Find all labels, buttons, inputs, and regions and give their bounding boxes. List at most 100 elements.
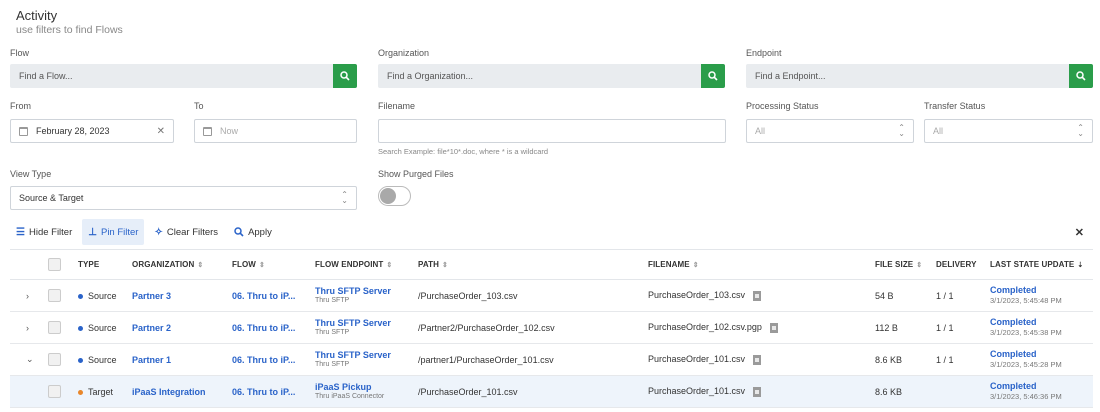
endpoint-search-field[interactable]: Find a Endpoint... (746, 64, 1093, 88)
to-date-field[interactable]: Now (194, 119, 357, 143)
file-download-icon[interactable] (753, 386, 762, 397)
show-purged-label: Show Purged Files (378, 169, 454, 179)
row-checkbox[interactable] (48, 289, 61, 302)
source-dot-icon (78, 325, 83, 331)
close-filter-icon[interactable]: ✕ (1075, 226, 1084, 239)
expand-row-icon[interactable]: › (10, 291, 29, 301)
collapse-row-icon[interactable]: ⌄ (10, 354, 34, 364)
row-status-link[interactable]: Completed (990, 317, 1093, 327)
row-checkbox[interactable] (48, 353, 61, 366)
to-date-input[interactable]: Now (220, 126, 238, 136)
hide-filter-label: Hide Filter (28, 226, 73, 238)
organization-search-field[interactable]: Find a Organization... (378, 64, 725, 88)
from-date-field[interactable]: February 28, 2023 ✕ (10, 119, 174, 143)
row-type: Source (88, 354, 117, 365)
organization-header-label: ORGANIZATION (132, 260, 195, 269)
organization-search-button[interactable] (701, 64, 725, 88)
row-endpoint-link[interactable]: Thru SFTP Server (315, 318, 418, 328)
clear-date-icon[interactable]: ✕ (157, 126, 165, 137)
expand-row-icon[interactable]: › (10, 323, 29, 333)
row-file-size: 8.6 KB (875, 354, 903, 365)
sort-icon[interactable]: ⇕ (386, 262, 392, 269)
row-status-link[interactable]: Completed (990, 349, 1093, 359)
row-status-link[interactable]: Completed (990, 381, 1093, 391)
sort-icon[interactable]: ⇕ (442, 262, 448, 269)
row-checkbox[interactable] (48, 385, 61, 398)
row-organization-link[interactable]: Partner 1 (132, 355, 171, 365)
table-row[interactable]: › Source Partner 2 06. Thru to iP... Thr… (10, 311, 1093, 344)
row-delivery: 1 / 1 (936, 354, 954, 365)
sort-icon[interactable]: ⇕ (259, 262, 265, 269)
flow-search-button[interactable] (333, 64, 357, 88)
transfer-status-value: All (933, 126, 944, 136)
view-type-value: Source & Target (19, 193, 84, 203)
column-header-flow-endpoint[interactable]: FLOW ENDPOINT ⇕ (315, 249, 418, 280)
column-header-type: TYPE (78, 249, 132, 280)
expand-row-placeholder (10, 387, 26, 397)
row-endpoint-link[interactable]: Thru SFTP Server (315, 350, 418, 360)
filename-input[interactable] (378, 119, 726, 143)
row-flow-link[interactable]: 06. Thru to iP... (232, 387, 295, 397)
search-icon (1076, 71, 1086, 81)
page-subtitle: use filters to find Flows (16, 24, 123, 36)
table-row[interactable]: ⌄ Source Partner 1 06. Thru to iP... Thr… (10, 343, 1093, 376)
row-file-size: 8.6 KB (875, 386, 903, 397)
select-all-checkbox[interactable] (48, 258, 61, 271)
column-header-filename[interactable]: FILENAME ⇕ (648, 249, 875, 280)
file-download-icon[interactable] (753, 290, 762, 301)
row-endpoint-link[interactable]: Thru SFTP Server (315, 286, 418, 296)
table-row[interactable]: › Source Partner 3 06. Thru to iP... Thr… (10, 279, 1093, 312)
select-arrows-icon: ⌃ ⌄ (341, 190, 348, 205)
processing-status-select[interactable]: All ⌃ ⌄ (746, 119, 914, 143)
sort-icon[interactable]: ⇕ (916, 262, 922, 269)
from-date-value[interactable]: February 28, 2023 (36, 126, 157, 136)
row-organization-link[interactable]: Partner 2 (132, 323, 171, 333)
row-checkbox[interactable] (48, 321, 61, 334)
view-type-select[interactable]: Source & Target ⌃ ⌄ (10, 186, 357, 210)
row-organization-link[interactable]: iPaaS Integration (132, 387, 206, 397)
row-organization-link[interactable]: Partner 3 (132, 291, 171, 301)
endpoint-search-button[interactable] (1069, 64, 1093, 88)
row-flow-link[interactable]: 06. Thru to iP... (232, 355, 295, 365)
table-row[interactable]: Target iPaaS Integration 06. Thru to iP.… (10, 375, 1093, 408)
transfer-status-select[interactable]: All ⌃ ⌄ (924, 119, 1093, 143)
row-flow-link[interactable]: 06. Thru to iP... (232, 323, 295, 333)
flow-search-input[interactable]: Find a Flow... (11, 71, 356, 81)
row-flow-link[interactable]: 06. Thru to iP... (232, 291, 295, 301)
sort-desc-icon[interactable]: ⇣ (1077, 262, 1083, 269)
organization-search-input[interactable]: Find a Organization... (379, 71, 724, 81)
flow-search-field[interactable]: Find a Flow... (10, 64, 357, 88)
sort-icon[interactable]: ⇕ (693, 262, 699, 269)
show-purged-toggle[interactable] (378, 186, 411, 206)
toggle-knob (380, 188, 396, 204)
sort-icon[interactable]: ⇕ (197, 262, 203, 269)
flow-header-label: FLOW (232, 260, 256, 269)
column-header-flow[interactable]: FLOW ⇕ (232, 249, 315, 280)
target-dot-icon (78, 389, 83, 395)
row-endpoint-type: Thru SFTP (315, 329, 350, 336)
endpoint-search-input[interactable]: Find a Endpoint... (747, 71, 1092, 81)
column-header-path[interactable]: PATH ⇕ (418, 249, 648, 280)
file-download-icon[interactable] (753, 354, 762, 365)
clear-filters-button[interactable]: ✧ Clear Filters (148, 219, 224, 245)
column-header-file-size[interactable]: FILE SIZE ⇕ (875, 249, 936, 280)
select-all-checkbox-cell (48, 249, 78, 280)
delivery-header-label: DELIVERY (936, 260, 977, 269)
apply-button[interactable]: Apply (228, 219, 278, 245)
search-icon (708, 71, 718, 81)
file-download-icon[interactable] (769, 322, 778, 333)
activity-table: TYPE ORGANIZATION ⇕ FLOW ⇕ FLOW ENDPOINT ⇕ … (10, 249, 1093, 408)
row-delivery: 1 / 1 (936, 290, 954, 301)
column-header-organization[interactable]: ORGANIZATION ⇕ (132, 249, 232, 280)
flow-endpoint-header-label: FLOW ENDPOINT (315, 260, 384, 269)
row-endpoint-link[interactable]: iPaaS Pickup (315, 382, 418, 392)
calendar-icon (203, 126, 212, 136)
select-arrows-icon: ⌃ ⌄ (898, 123, 905, 138)
source-dot-icon (78, 293, 83, 299)
row-status-link[interactable]: Completed (990, 285, 1093, 295)
pin-filter-button[interactable]: ⊥ Pin Filter (82, 219, 145, 245)
table-header-row: TYPE ORGANIZATION ⇕ FLOW ⇕ FLOW ENDPOINT ⇕ … (10, 249, 1093, 280)
hide-filter-button[interactable]: ☰ Hide Filter (10, 219, 78, 245)
column-header-last-state-update[interactable]: LAST STATE UPDATE ⇣ (990, 249, 1093, 280)
row-path: /partner1/PurchaseOrder_101.csv (418, 354, 554, 365)
